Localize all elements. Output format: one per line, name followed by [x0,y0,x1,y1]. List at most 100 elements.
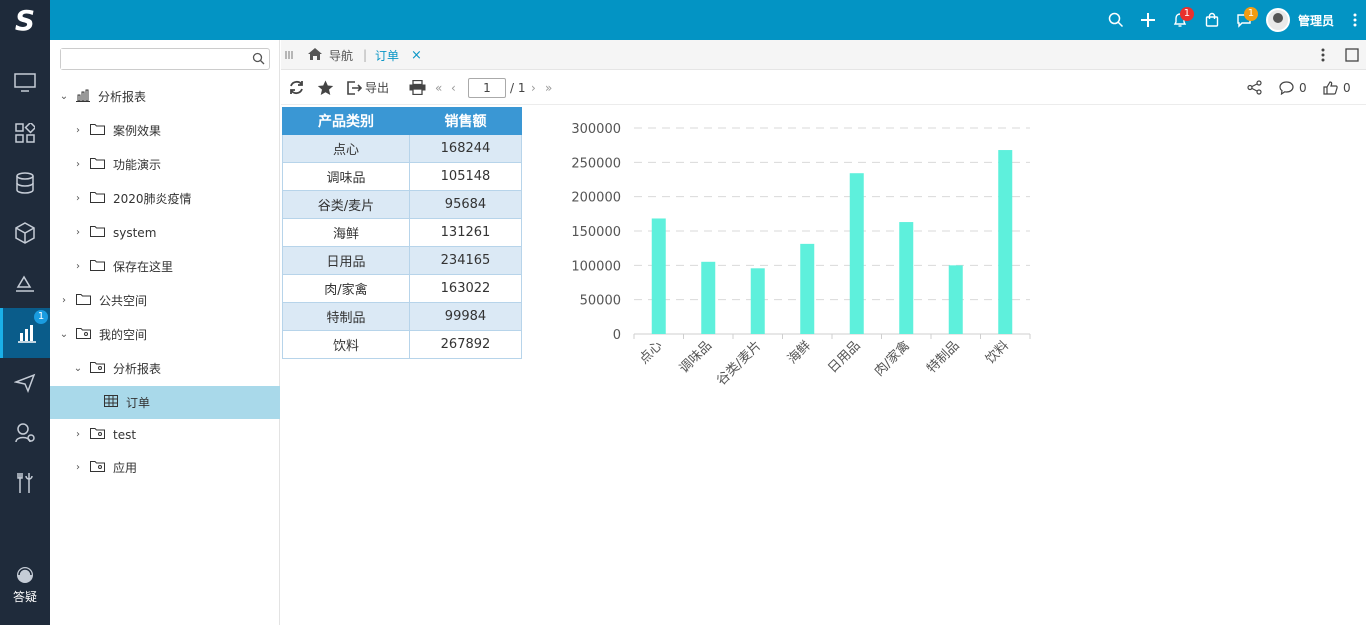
username[interactable]: 管理员 [1298,12,1334,29]
tree-node-label: 我的空间 [99,328,148,342]
bar [948,265,963,334]
table-cell: 267892 [408,330,523,359]
tree-node-covid-2020[interactable]: › 2020肺炎疫情 [50,182,280,215]
rail-monitor-icon[interactable] [0,58,50,108]
y-tick-label: 100000 [571,259,621,274]
page-number-field[interactable]: 1 / 1 [468,70,526,105]
first-page-icon[interactable]: « [435,70,442,105]
favorite-star-icon[interactable] [317,70,334,105]
tree-node-feature-demo[interactable]: › 功能演示 [50,148,280,181]
chevron-right-icon[interactable]: › [72,227,84,238]
tree-node-system[interactable]: › system [50,216,280,249]
notification-bell-icon[interactable]: 1 [1164,0,1196,40]
x-tick-label: 日用品 [825,338,863,376]
tree-node-label: test [113,427,137,442]
tree-node-public-space[interactable]: › 公共空间 [50,284,280,317]
folder-icon [90,191,105,206]
table-row: 肉/家禽 163022 [282,274,523,303]
export-button[interactable]: 导出 [347,70,389,105]
table-row: 特制品 99984 [282,302,523,331]
tab-orders[interactable]: 订单 × [375,40,422,70]
tree-node-my-space[interactable]: ⌄ 我的空间 [50,318,280,351]
headset-icon [17,567,33,583]
last-page-icon[interactable]: » [545,70,552,105]
folder-icon [90,259,105,274]
tree-node-case-effects[interactable]: › 案例效果 [50,114,280,147]
chevron-right-icon[interactable]: › [72,261,84,272]
chevron-right-icon[interactable]: › [58,295,70,306]
prev-page-icon[interactable]: ‹ [451,70,456,105]
shop-bag-icon[interactable] [1196,0,1228,40]
tree-node-save-here[interactable]: › 保存在这里 [50,250,280,283]
rail-analysis-report-icon[interactable]: 1 [0,308,50,358]
next-page-icon[interactable]: › [531,70,536,105]
table-cell: 99984 [408,302,523,331]
table-cell: 饮料 [282,330,410,359]
chevron-right-icon[interactable]: › [72,159,84,170]
bar-chart-icon [76,89,90,105]
app-logo[interactable]: S [0,0,50,40]
tree-search[interactable] [60,48,270,70]
collapse-panel-icon[interactable] [285,40,293,70]
help-label: 答疑 [12,590,37,604]
rail-database-icon[interactable] [0,158,50,208]
rail-badge: 1 [34,310,48,324]
page-input[interactable]: 1 [468,77,506,98]
tree-node-analysis-report[interactable]: ⌄ 分析报表 [50,80,280,113]
user-folder-icon [90,427,105,442]
bar [800,243,815,334]
like-count: 0 [1343,80,1351,95]
refresh-icon[interactable] [289,70,304,105]
chevron-down-icon[interactable]: ⌄ [58,329,70,340]
x-tick-label: 特制品 [924,338,962,376]
table-grid-icon [104,395,118,410]
help-qa[interactable]: 答疑 [0,565,50,605]
message-icon[interactable]: 1 [1228,0,1260,40]
comment-button[interactable]: 0 [1279,70,1307,105]
tree-node-my-analysis-report[interactable]: ⌄ 分析报表 [50,352,280,385]
tree-node-orders[interactable]: 订单 [50,386,280,419]
table-cell: 谷类/麦片 [282,190,410,219]
tree-node-label: 案例效果 [113,124,162,138]
x-tick-label: 谷类/麦片 [714,338,764,388]
rail-user-settings-icon[interactable] [0,408,50,458]
add-icon[interactable] [1132,0,1164,40]
column-header[interactable]: 销售额 [408,107,523,135]
rail-cube-icon[interactable] [0,208,50,258]
chevron-right-icon[interactable]: › [72,462,84,473]
chevron-right-icon[interactable]: › [72,125,84,136]
maximize-icon[interactable] [1345,40,1359,70]
more-vertical-icon[interactable] [1344,0,1366,40]
close-icon[interactable]: × [411,48,422,63]
search-input[interactable] [61,49,246,69]
rail-tools-icon[interactable] [0,458,50,508]
top-actions: 1 1 管理员 [1100,0,1366,40]
breadcrumb-nav[interactable]: 导航 | [307,40,367,70]
avatar[interactable] [1265,8,1290,32]
thumbs-up-icon [1323,80,1338,95]
print-icon[interactable] [409,70,426,105]
x-tick-label: 点心 [637,338,666,367]
chevron-right-icon[interactable]: › [72,193,84,204]
chevron-down-icon[interactable]: ⌄ [72,363,84,374]
tree-node-apps[interactable]: › 应用 [50,451,280,484]
rail-send-icon[interactable] [0,358,50,408]
column-header[interactable]: 产品类别 [282,107,410,135]
export-label: 导出 [365,81,390,95]
chevron-right-icon[interactable]: › [72,429,84,440]
more-vertical-icon[interactable] [1321,40,1325,70]
comment-count: 0 [1299,80,1307,95]
tree-node-test[interactable]: › test [50,418,280,451]
like-button[interactable]: 0 [1323,70,1351,105]
table-cell: 168244 [408,134,523,163]
breadcrumb: 导航 | 订单 × [281,40,1366,70]
chevron-down-icon[interactable]: ⌄ [58,91,70,102]
share-icon[interactable] [1247,70,1262,105]
rail-dashboard-icon[interactable] [0,258,50,308]
search-icon[interactable] [1100,0,1132,40]
rail-apps-icon[interactable] [0,108,50,158]
search-icon[interactable] [252,52,265,68]
y-tick-label: 250000 [571,156,621,171]
tree-node-label: 公共空间 [99,294,148,308]
table-cell: 234165 [408,246,523,275]
